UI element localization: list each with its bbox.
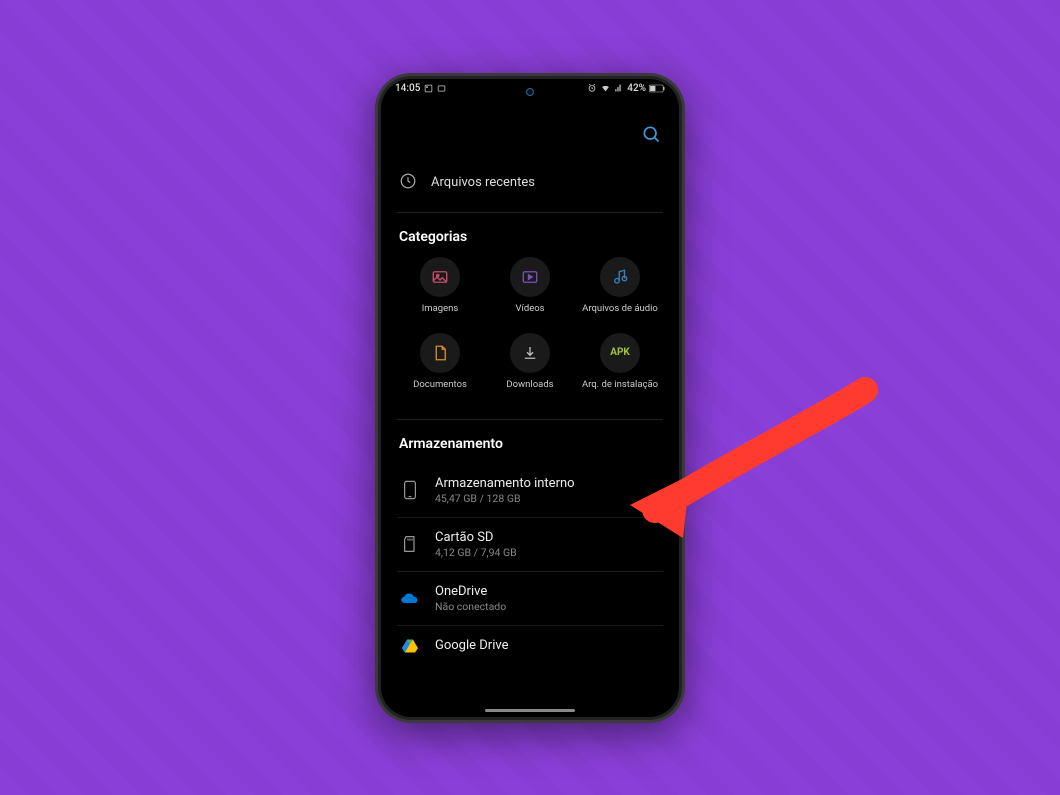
storage-gdrive[interactable]: Google Drive xyxy=(397,626,663,656)
screenshot-indicator-icon xyxy=(437,84,446,93)
storage-sd[interactable]: Cartão SD 4,12 GB / 7,94 GB xyxy=(397,518,663,572)
category-documents[interactable]: Documentos xyxy=(397,333,483,401)
storage-text: Armazenamento interno 45,47 GB / 128 GB xyxy=(435,476,661,505)
storage-title: Armazenamento xyxy=(397,420,663,464)
alarm-icon xyxy=(587,83,597,93)
storage-item-title: Google Drive xyxy=(435,638,661,653)
category-label: Downloads xyxy=(506,379,553,401)
app-bar xyxy=(381,96,679,158)
storage-item-sub: 4,12 GB / 7,94 GB xyxy=(435,546,661,559)
sd-card-icon xyxy=(399,535,421,553)
audio-icon xyxy=(600,257,640,297)
storage-onedrive[interactable]: OneDrive Não conectado xyxy=(397,572,663,626)
category-apk[interactable]: APK Arq. de instalação xyxy=(577,333,663,401)
category-images[interactable]: Imagens xyxy=(397,257,483,325)
status-time: 14:05 xyxy=(395,83,420,94)
storage-list: Armazenamento interno 45,47 GB / 128 GB … xyxy=(397,464,663,656)
category-downloads[interactable]: Downloads xyxy=(487,333,573,401)
signal-icon xyxy=(614,83,624,93)
category-audio[interactable]: Arquivos de áudio xyxy=(577,257,663,325)
phone-screen: 14:05 xyxy=(381,79,679,717)
recent-files-label: Arquivos recentes xyxy=(431,175,535,190)
categories-grid: Imagens Vídeos Arquivos de áudio xyxy=(397,257,663,420)
navigation-handle[interactable] xyxy=(485,709,575,712)
battery-percent: 42% xyxy=(627,83,646,94)
storage-internal[interactable]: Armazenamento interno 45,47 GB / 128 GB xyxy=(397,464,663,518)
storage-item-title: Cartão SD xyxy=(435,530,661,545)
storage-item-title: OneDrive xyxy=(435,584,661,599)
storage-item-sub: Não conectado xyxy=(435,600,661,613)
storage-text: Cartão SD 4,12 GB / 7,94 GB xyxy=(435,530,661,559)
categories-title: Categorias xyxy=(397,213,663,257)
wifi-icon xyxy=(600,83,611,93)
storage-item-sub: 45,47 GB / 128 GB xyxy=(435,492,661,505)
onedrive-icon xyxy=(399,591,421,605)
category-videos[interactable]: Vídeos xyxy=(487,257,573,325)
document-icon xyxy=(420,333,460,373)
category-label: Documentos xyxy=(413,379,467,401)
storage-text: Google Drive xyxy=(435,638,661,653)
camera-hole xyxy=(526,88,534,96)
phone-storage-icon xyxy=(399,480,421,500)
recent-files-row[interactable]: Arquivos recentes xyxy=(397,158,663,213)
battery-icon xyxy=(649,84,665,93)
category-label: Vídeos xyxy=(515,303,544,325)
category-label: Arquivos de áudio xyxy=(582,303,658,325)
phone-frame: 14:05 xyxy=(375,73,685,723)
status-right: 42% xyxy=(587,83,665,94)
image-icon xyxy=(420,257,460,297)
category-label: Arq. de instalação xyxy=(582,379,658,401)
apk-icon: APK xyxy=(600,333,640,373)
video-icon xyxy=(510,257,550,297)
status-left: 14:05 xyxy=(395,83,446,94)
gdrive-icon xyxy=(399,638,421,654)
search-button[interactable] xyxy=(641,124,661,148)
storage-item-title: Armazenamento interno xyxy=(435,476,661,491)
storage-text: OneDrive Não conectado xyxy=(435,584,661,613)
category-label: Imagens xyxy=(422,303,459,325)
download-icon xyxy=(510,333,550,373)
content-area: Arquivos recentes Categorias Imagens xyxy=(381,158,679,656)
phone-inner: 14:05 xyxy=(378,76,682,720)
gallery-indicator-icon xyxy=(424,84,433,93)
clock-icon xyxy=(399,172,417,194)
